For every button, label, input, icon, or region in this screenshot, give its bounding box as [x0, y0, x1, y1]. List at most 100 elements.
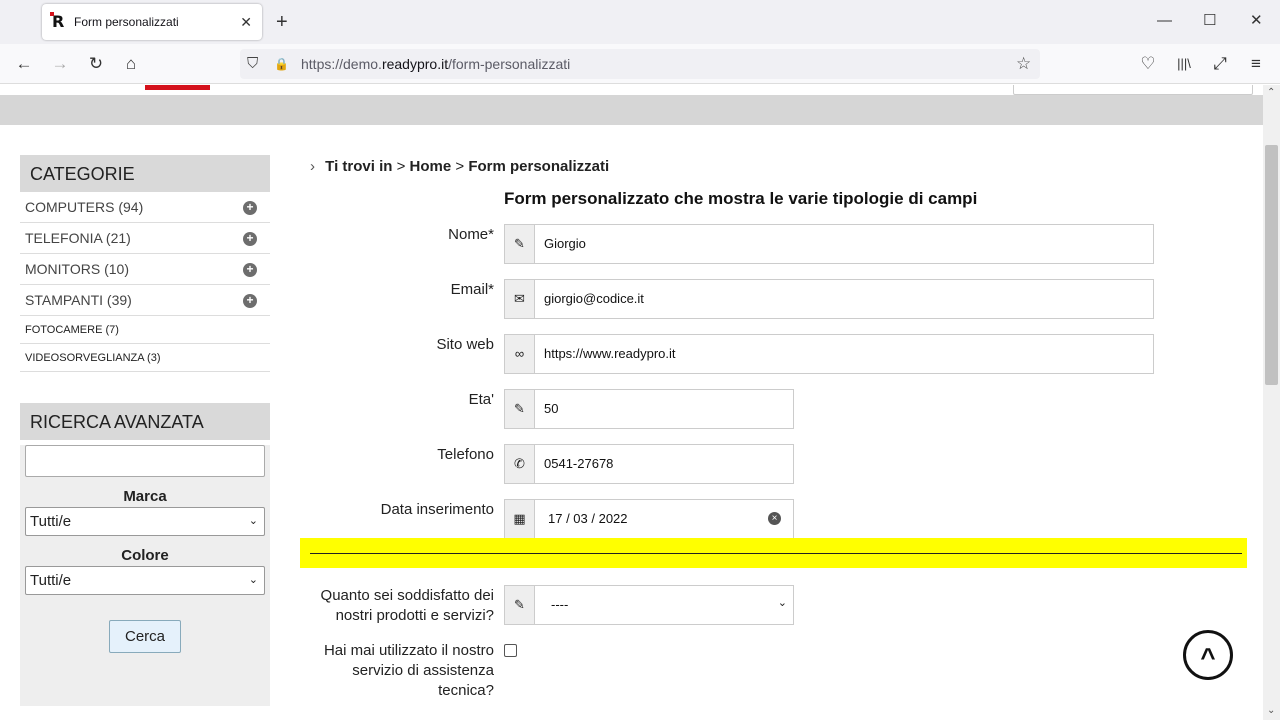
eta-field[interactable]: ✎ 50	[504, 389, 794, 429]
scroll-down-icon[interactable]: ⌄	[1267, 705, 1275, 716]
category-computers[interactable]: COMPUTERS (94) +	[20, 192, 270, 223]
category-telefonia[interactable]: TELEFONIA (21) +	[20, 223, 270, 254]
advanced-search-title: RICERCA AVANZATA	[20, 403, 270, 440]
pencil-icon: ✎	[505, 390, 535, 428]
breadcrumb-separator: >	[396, 158, 406, 175]
address-bar[interactable]: ⛉ 🔒 https://demo.readypro.it/form-person…	[240, 49, 1040, 79]
pencil-icon: ✎	[505, 225, 535, 263]
breadcrumb-prefix: Ti trovi in	[325, 158, 393, 175]
new-tab-icon[interactable]: +	[276, 12, 288, 32]
active-menu-indicator	[145, 85, 210, 90]
advanced-search-body: Marca Tutti/e ⌄ Colore Tutti/e ⌄ Cerca	[20, 445, 270, 706]
category-label: FOTOCAMERE (7)	[25, 324, 119, 336]
bookmark-star-icon[interactable]: ☆	[1016, 54, 1031, 74]
envelope-icon: ✉	[505, 280, 535, 318]
expand-plus-icon[interactable]: +	[243, 294, 257, 308]
scrollbar-thumb[interactable]	[1265, 145, 1278, 385]
email-field[interactable]: ✉ giorgio@codice.it	[504, 279, 1154, 319]
reload-icon[interactable]: ↻	[85, 54, 107, 74]
url-text: https://demo.readypro.it/form-personaliz…	[301, 56, 571, 72]
breadcrumb-chevron-icon: ›	[310, 158, 315, 175]
maximize-icon[interactable]: ☐	[1203, 12, 1216, 30]
breadcrumb: › Ti trovi in > Home > Form personalizza…	[310, 158, 609, 175]
pocket-icon[interactable]: ♡	[1137, 54, 1159, 74]
telefono-field[interactable]: ✆ 0541-27678	[504, 444, 794, 484]
tracking-shield-icon[interactable]: ⛉	[247, 54, 258, 74]
home-icon[interactable]: ⌂	[120, 54, 142, 74]
telefono-value: 0541-27678	[544, 456, 614, 471]
minimize-icon[interactable]: —	[1157, 12, 1172, 30]
brand-label: Marca	[123, 488, 167, 505]
category-stampanti[interactable]: STAMPANTI (39) +	[20, 285, 270, 316]
tab-close-icon[interactable]: ✕	[240, 14, 252, 30]
header-band	[0, 95, 1263, 125]
category-videosorveglianza[interactable]: VIDEOSORVEGLIANZA (3)	[20, 344, 270, 372]
category-monitors[interactable]: MONITORS (10) +	[20, 254, 270, 285]
assistance-label-line: Hai mai utilizzato il nostro	[323, 642, 494, 659]
back-icon[interactable]: ←	[13, 54, 35, 74]
color-selected-value: Tutti/e	[30, 572, 72, 589]
section-separator	[300, 538, 1247, 568]
page-viewport: CATEGORIE COMPUTERS (94) + TELEFONIA (21…	[0, 85, 1263, 720]
assistance-label-line: servizio di assistenza	[352, 662, 494, 679]
expand-plus-icon[interactable]: +	[243, 263, 257, 277]
brand-select[interactable]: Tutti/e ⌄	[25, 507, 265, 536]
search-button[interactable]: Cerca	[109, 620, 181, 653]
satisfaction-label-line: nostri prodotti e servizi?	[335, 607, 494, 624]
nome-value: Giorgio	[544, 236, 586, 251]
nome-field[interactable]: ✎ Giorgio	[504, 224, 1154, 264]
color-select[interactable]: Tutti/e ⌄	[25, 566, 265, 595]
data-inserimento-label: Data inserimento	[380, 501, 494, 518]
library-icon[interactable]: |||\	[1173, 54, 1195, 74]
browser-toolbar: ← → ↻ ⌂ ⛉ 🔒 https://demo.readypro.it/for…	[0, 44, 1280, 84]
categories-panel: CATEGORIE COMPUTERS (94) + TELEFONIA (21…	[20, 155, 270, 372]
advanced-search-panel: RICERCA AVANZATA Marca Tutti/e ⌄ Colore …	[20, 403, 270, 706]
sito-web-value: https://www.readypro.it	[544, 346, 676, 361]
window-close-icon[interactable]: ✕	[1250, 12, 1263, 30]
form-title: Form personalizzato che mostra le varie …	[504, 189, 978, 208]
breadcrumb-separator: >	[455, 158, 465, 175]
data-inserimento-field[interactable]: ▦ 17 / 03 / 2022 ×	[504, 499, 794, 539]
app-menu-icon[interactable]: ≡	[1245, 54, 1267, 74]
page-scrollbar[interactable]: ⌃ ⌄	[1263, 85, 1280, 720]
category-fotocamere[interactable]: FOTOCAMERE (7)	[20, 316, 270, 344]
category-label: TELEFONIA (21)	[25, 230, 131, 246]
expand-plus-icon[interactable]: +	[243, 201, 257, 215]
category-label: MONITORS (10)	[25, 261, 129, 277]
back-to-top-button[interactable]: ^	[1183, 630, 1233, 680]
breadcrumb-current: Form personalizzati	[468, 158, 610, 175]
satisfaction-selected-value: ----	[551, 597, 569, 612]
browser-tab[interactable]: R Form personalizzati ✕	[42, 4, 262, 40]
browser-tab-strip: R Form personalizzati ✕ + — ☐ ✕	[0, 0, 1280, 44]
nome-label: Nome*	[448, 226, 494, 243]
brand-selected-value: Tutti/e	[30, 513, 72, 530]
sito-web-label: Sito web	[436, 336, 494, 353]
calendar-icon: ▦	[505, 500, 535, 538]
expand-plus-icon[interactable]: +	[243, 232, 257, 246]
header-search-input[interactable]	[1013, 85, 1253, 95]
satisfaction-label-line: Quanto sei soddisfatto dei	[320, 587, 494, 604]
readypro-favicon-icon: R	[50, 12, 68, 30]
assistance-label: Hai mai utilizzato il nostro servizio di…	[300, 641, 494, 701]
assistance-label-line: tecnica?	[438, 682, 494, 699]
eta-value: 50	[544, 401, 559, 416]
clear-date-icon[interactable]: ×	[768, 512, 781, 525]
eta-label: Eta'	[468, 391, 494, 408]
chevron-down-icon: ⌄	[777, 597, 787, 609]
forward-icon[interactable]: →	[49, 54, 71, 74]
satisfaction-select[interactable]: ✎ ---- ⌄	[504, 585, 794, 625]
category-label: VIDEOSORVEGLIANZA (3)	[25, 352, 161, 364]
assistance-checkbox[interactable]	[504, 644, 517, 657]
lock-icon[interactable]: 🔒	[274, 54, 289, 74]
sito-web-field[interactable]: ∞ https://www.readypro.it	[504, 334, 1154, 374]
breadcrumb-home-link[interactable]: Home	[410, 158, 452, 175]
advanced-search-input[interactable]	[25, 445, 265, 477]
chevron-down-icon: ⌄	[248, 574, 258, 586]
telefono-label: Telefono	[437, 446, 494, 463]
data-inserimento-value: 17 / 03 / 2022	[548, 511, 628, 526]
link-icon: ∞	[505, 335, 535, 373]
extensions-icon[interactable]: ⤢	[1209, 54, 1231, 74]
email-value: giorgio@codice.it	[544, 291, 644, 306]
separator-line	[310, 553, 1242, 554]
scroll-up-icon[interactable]: ⌃	[1267, 87, 1275, 98]
